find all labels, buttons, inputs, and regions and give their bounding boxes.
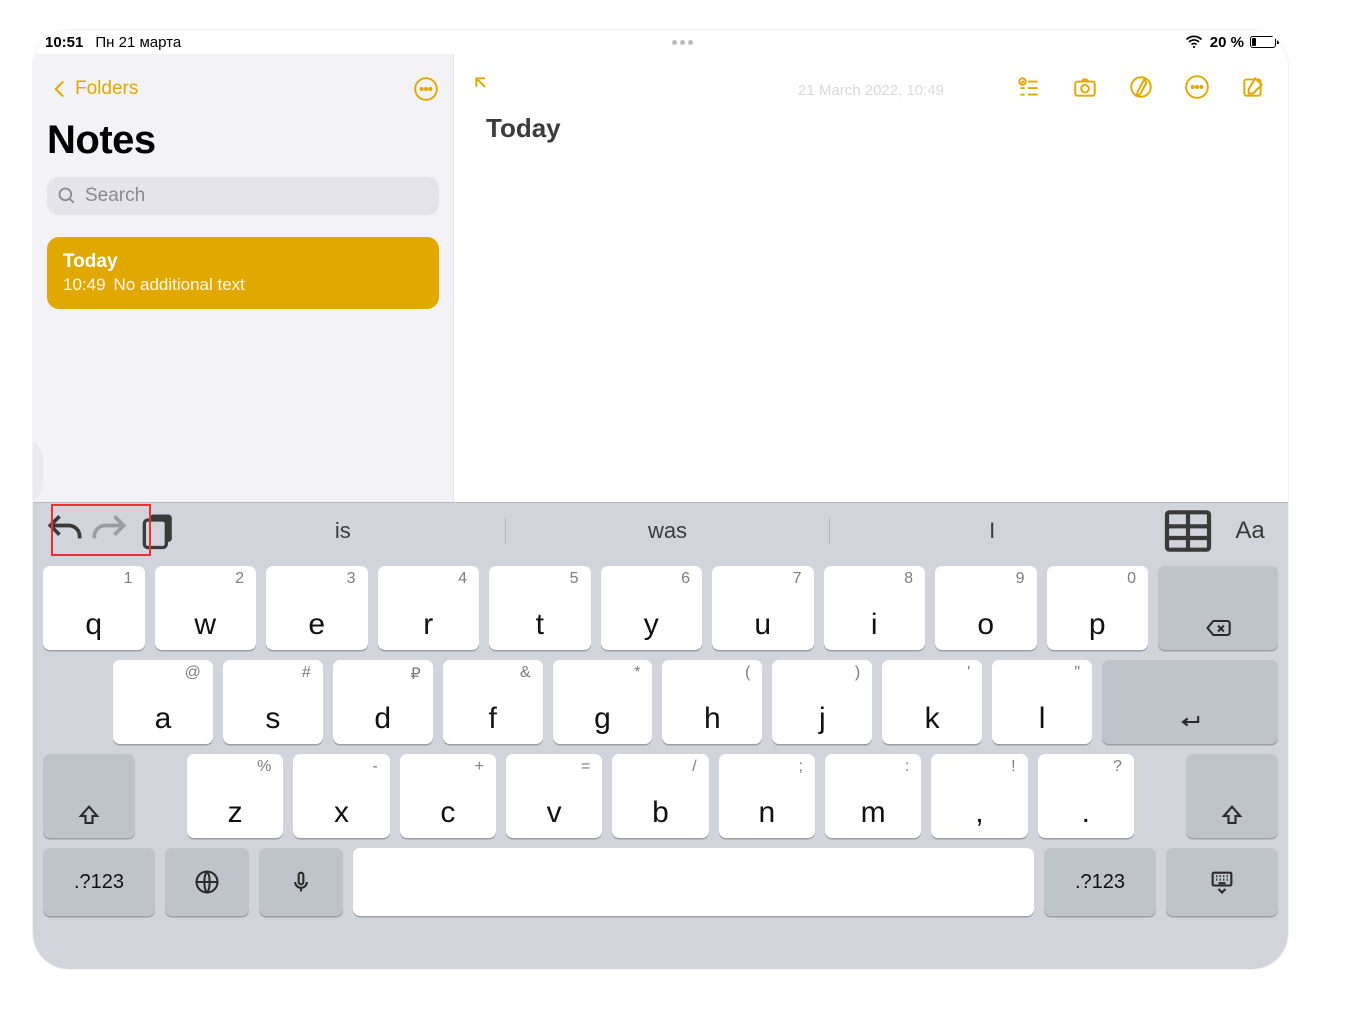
key-u[interactable]: 7u — [712, 566, 814, 650]
key-r[interactable]: 4r — [378, 566, 480, 650]
key-.[interactable]: ?. — [1038, 754, 1134, 838]
suggestion-2[interactable]: was — [505, 518, 830, 544]
note-list-item[interactable]: Today 10:49 No additional text — [47, 237, 439, 309]
key-w[interactable]: 2w — [155, 566, 257, 650]
key-n[interactable]: ;n — [719, 754, 815, 838]
shift-key-right[interactable] — [1186, 754, 1278, 838]
chevron-left-icon — [47, 76, 73, 102]
key-g[interactable]: *g — [553, 660, 653, 744]
redo-button[interactable] — [87, 509, 131, 553]
sidebar: Folders Notes Search Today 10:49 No addi… — [33, 54, 453, 502]
backspace-key[interactable] — [1158, 566, 1278, 650]
status-bar: 10:51 Пн 21 марта 20 % — [33, 30, 1288, 54]
search-placeholder: Search — [85, 185, 145, 207]
editor[interactable]: 21 March 2022, 10:49 Today — [453, 54, 1288, 502]
key-v[interactable]: =v — [506, 754, 602, 838]
back-label: Folders — [75, 78, 138, 100]
page-title: Notes — [33, 110, 453, 177]
search-input[interactable]: Search — [47, 177, 439, 215]
dismiss-keyboard-key[interactable] — [1166, 848, 1278, 916]
key-b[interactable]: /b — [612, 754, 708, 838]
camera-icon[interactable] — [1072, 74, 1098, 100]
key-j[interactable]: )j — [772, 660, 872, 744]
table-button[interactable] — [1160, 503, 1216, 559]
note-title: Today — [63, 251, 423, 273]
key-d[interactable]: ₽d — [333, 660, 433, 744]
compose-icon[interactable] — [1240, 74, 1266, 100]
multitask-dots[interactable] — [181, 40, 1184, 45]
key-z[interactable]: %z — [187, 754, 283, 838]
suggestion-3[interactable]: I — [829, 518, 1154, 544]
key-a[interactable]: @a — [113, 660, 213, 744]
markup-icon[interactable] — [1128, 74, 1154, 100]
key-y[interactable]: 6y — [601, 566, 703, 650]
battery-icon — [1250, 36, 1276, 48]
wifi-icon — [1184, 32, 1204, 52]
back-button[interactable]: Folders — [47, 76, 138, 102]
battery-pct: 20 % — [1210, 34, 1244, 51]
keyboard: is was I Aa 1q2w3e4r5t6y7u8i9o0p @a#s₽d&… — [33, 502, 1288, 969]
key-f[interactable]: &f — [443, 660, 543, 744]
key-k[interactable]: 'k — [882, 660, 982, 744]
key-o[interactable]: 9o — [935, 566, 1037, 650]
note-time: 10:49 — [63, 275, 106, 295]
key-i[interactable]: 8i — [824, 566, 926, 650]
fullscreen-icon[interactable] — [472, 74, 498, 100]
key-m[interactable]: :m — [825, 754, 921, 838]
key-.?123[interactable]: .?123 — [43, 848, 155, 916]
key-e[interactable]: 3e — [266, 566, 368, 650]
globe-key[interactable] — [165, 848, 249, 916]
shift-key-left[interactable] — [43, 754, 135, 838]
key-q[interactable]: 1q — [43, 566, 145, 650]
status-date: Пн 21 марта — [95, 34, 181, 51]
more-icon[interactable] — [413, 76, 439, 102]
key-s[interactable]: #s — [223, 660, 323, 744]
suggestion-1[interactable]: is — [181, 518, 505, 544]
note-content[interactable]: Today — [454, 99, 1288, 158]
search-icon — [57, 186, 77, 206]
key-t[interactable]: 5t — [489, 566, 591, 650]
space-key[interactable] — [353, 848, 1034, 916]
key-,[interactable]: !, — [931, 754, 1027, 838]
key-.?123[interactable]: .?123 — [1044, 848, 1156, 916]
key-p[interactable]: 0p — [1047, 566, 1149, 650]
note-preview: No additional text — [114, 275, 245, 295]
checklist-icon[interactable] — [1016, 74, 1042, 100]
dictation-key[interactable] — [259, 848, 343, 916]
key-x[interactable]: -x — [293, 754, 389, 838]
format-button[interactable]: Aa — [1222, 517, 1278, 545]
key-c[interactable]: +c — [400, 754, 496, 838]
return-key[interactable] — [1102, 660, 1278, 744]
ellipsis-circle-icon[interactable] — [1184, 74, 1210, 100]
status-time: 10:51 — [45, 34, 83, 51]
key-h[interactable]: (h — [662, 660, 762, 744]
key-l[interactable]: "l — [992, 660, 1092, 744]
